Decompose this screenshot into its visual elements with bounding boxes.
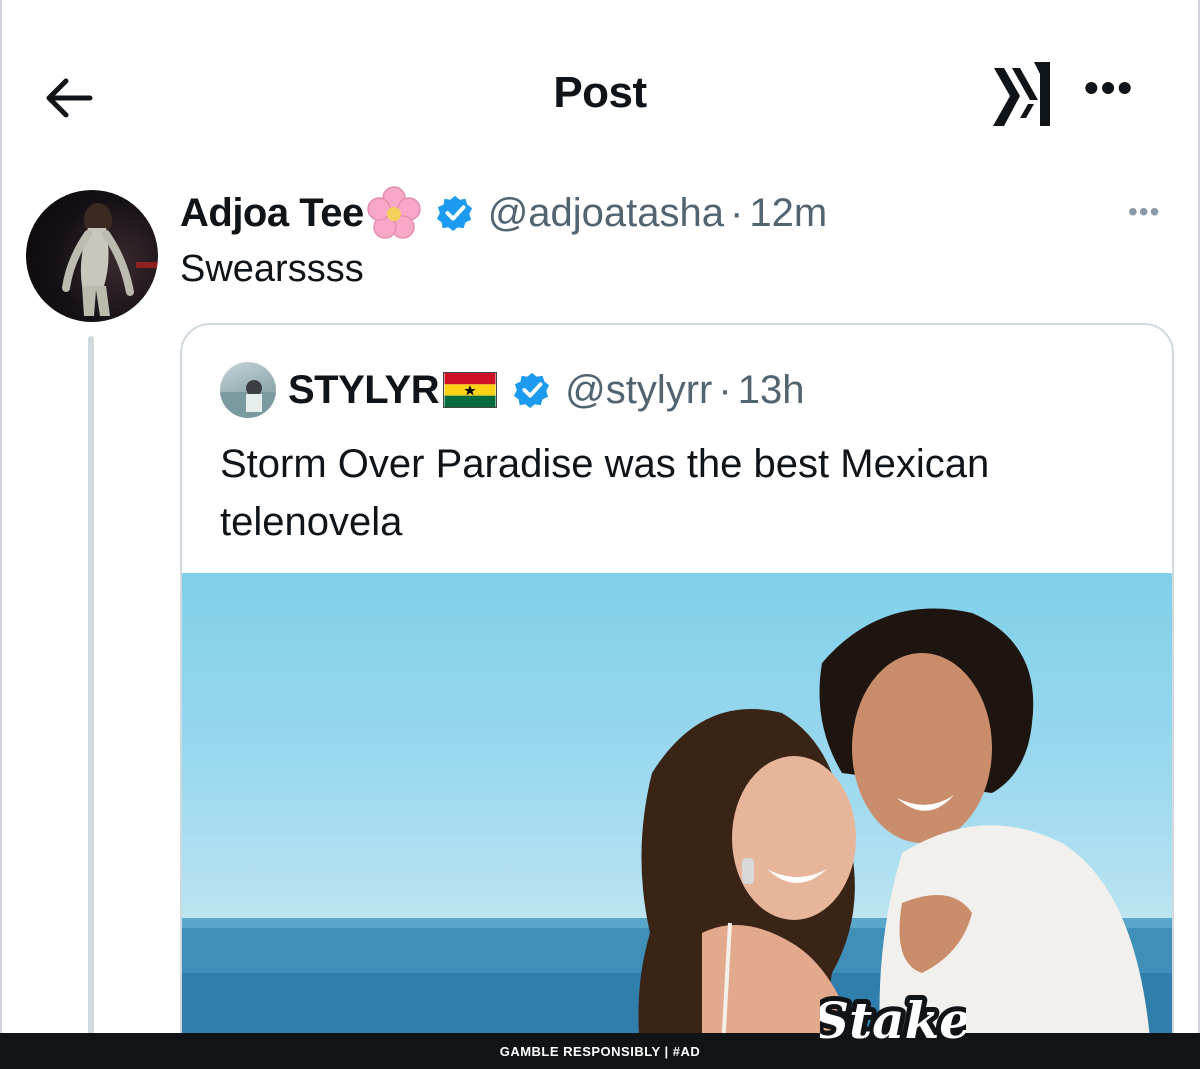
separator-dot: · bbox=[730, 190, 744, 235]
svg-text:Stake: Stake bbox=[820, 991, 966, 1050]
author-handle[interactable]: @adjoatasha bbox=[488, 191, 724, 236]
cherry-blossom-icon bbox=[366, 186, 421, 239]
top-bar: Post ••• bbox=[0, 0, 1200, 170]
verified-badge-icon bbox=[436, 195, 472, 232]
stake-logo-icon[interactable]: Stake Stake bbox=[820, 982, 966, 1058]
post-header: Adjoa Tee @adjoatasha · 12m bbox=[180, 186, 827, 240]
post-more-icon[interactable]: ••• bbox=[1128, 196, 1160, 228]
thread-line bbox=[88, 336, 94, 1036]
quoted-author-avatar bbox=[220, 362, 276, 418]
author-avatar[interactable] bbox=[26, 190, 158, 322]
couple-beach-photo bbox=[182, 608, 1172, 1061]
ghana-flag-icon bbox=[443, 372, 498, 408]
x-logo-icon[interactable] bbox=[990, 60, 1054, 130]
quoted-post-text: Storm Over Paradise was the best Mexican… bbox=[220, 442, 990, 544]
quoted-post-header: STYLYR @stylyrr · 13h bbox=[288, 363, 804, 417]
quoted-separator-dot: · bbox=[718, 367, 732, 412]
quoted-author-name: STYLYR bbox=[288, 367, 440, 412]
quoted-post-time: 13h bbox=[737, 367, 805, 412]
quoted-post[interactable]: STYLYR @stylyrr · 13h Storm Over Paradis… bbox=[180, 323, 1174, 1063]
quoted-post-image[interactable] bbox=[182, 573, 1172, 1061]
quoted-author-handle: @stylyrr bbox=[565, 367, 713, 412]
post-text: Swearssss bbox=[180, 248, 364, 290]
post-time[interactable]: 12m bbox=[749, 191, 827, 236]
more-options-icon[interactable]: ••• bbox=[1084, 67, 1134, 109]
quoted-verified-badge-icon bbox=[514, 372, 550, 409]
author-name[interactable]: Adjoa Tee bbox=[180, 191, 364, 236]
ad-disclaimer: GAMBLE RESPONSIBLY | #AD bbox=[499, 1044, 701, 1059]
